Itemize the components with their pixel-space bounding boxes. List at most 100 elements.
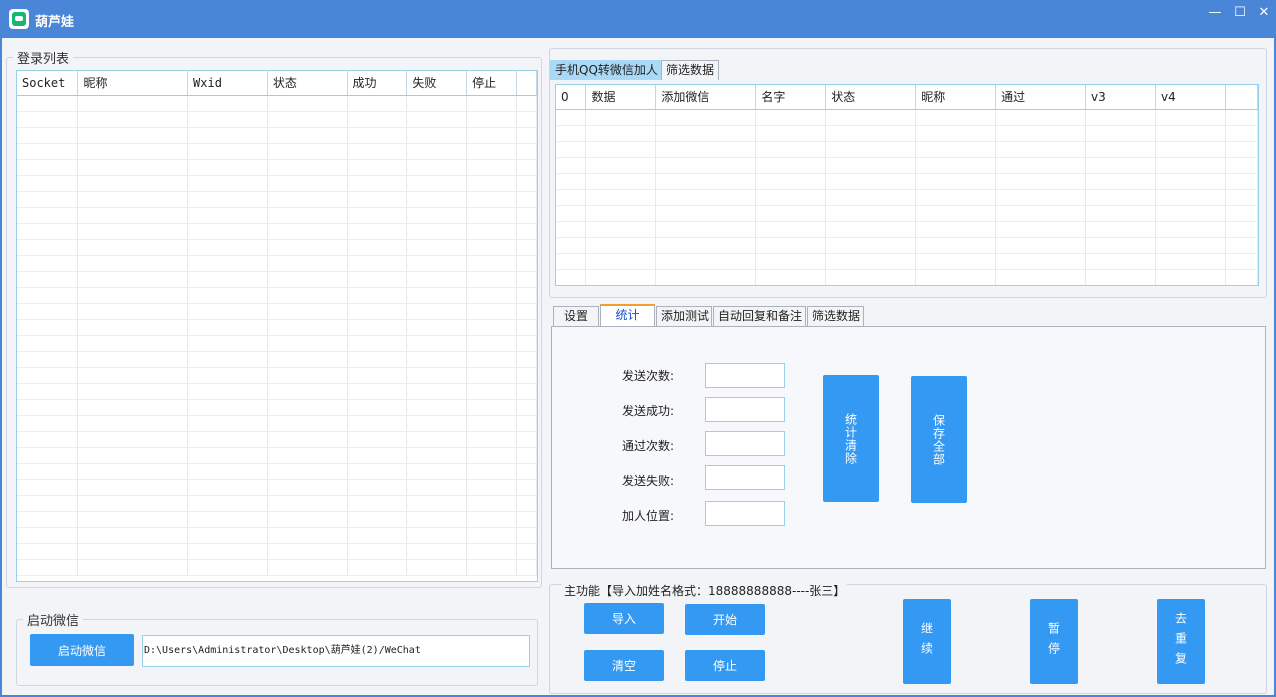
table-cell bbox=[17, 143, 79, 160]
table-cell bbox=[267, 111, 348, 128]
send-success-field[interactable] bbox=[705, 397, 785, 422]
table-cell bbox=[1155, 253, 1226, 270]
table-cell bbox=[1225, 253, 1258, 270]
column-header-passed[interactable]: 通过 bbox=[995, 85, 1087, 110]
table-row bbox=[17, 351, 537, 368]
table-cell bbox=[516, 527, 537, 544]
table-cell bbox=[347, 447, 408, 464]
tab-statistics[interactable]: 统计 bbox=[600, 304, 655, 326]
tab-filter-data-top[interactable]: 筛选数据 bbox=[661, 60, 719, 80]
column-header-nickname[interactable]: 昵称 bbox=[77, 71, 189, 96]
table-row bbox=[17, 495, 537, 512]
table-cell bbox=[516, 111, 537, 128]
table-cell bbox=[187, 463, 268, 480]
column-header-name[interactable]: 名字 bbox=[755, 85, 827, 110]
column-header-socket[interactable]: Socket bbox=[17, 71, 79, 96]
table-cell bbox=[187, 431, 268, 448]
table-cell bbox=[1085, 189, 1156, 206]
table-cell bbox=[406, 239, 468, 256]
table-cell bbox=[347, 159, 408, 176]
table-cell bbox=[187, 511, 268, 528]
login-list-grid[interactable]: Socket 昵称 Wxid 状态 成功 失败 停止 bbox=[16, 70, 538, 582]
column-header-v3[interactable]: v3 bbox=[1085, 85, 1156, 110]
table-cell bbox=[755, 189, 827, 206]
table-cell bbox=[516, 335, 537, 352]
table-cell bbox=[1155, 141, 1226, 158]
table-cell bbox=[77, 159, 189, 176]
clear-button[interactable]: 清空 bbox=[584, 650, 664, 681]
table-cell bbox=[1225, 109, 1258, 126]
table-cell bbox=[516, 143, 537, 160]
start-button[interactable]: 开始 bbox=[685, 604, 765, 635]
launch-wechat-button[interactable]: 启动微信 bbox=[30, 634, 134, 666]
table-cell bbox=[77, 207, 189, 224]
table-cell bbox=[466, 303, 518, 320]
column-header-stop[interactable]: 停止 bbox=[466, 71, 518, 96]
tab-settings[interactable]: 设置 bbox=[553, 306, 599, 326]
table-cell bbox=[406, 527, 468, 544]
maximize-button[interactable]: ☐ bbox=[1227, 4, 1253, 22]
import-button[interactable]: 导入 bbox=[584, 603, 664, 634]
table-cell bbox=[187, 335, 268, 352]
save-all-button[interactable]: 保存全部 bbox=[911, 376, 967, 503]
tab-qq-to-wechat[interactable]: 手机QQ转微信加人 bbox=[550, 60, 661, 80]
table-cell bbox=[516, 447, 537, 464]
add-list-body bbox=[556, 109, 1258, 285]
dedupe-button[interactable]: 去重复 bbox=[1157, 599, 1205, 684]
pause-button[interactable]: 暂停 bbox=[1030, 599, 1078, 684]
table-row bbox=[17, 95, 537, 112]
table-row bbox=[17, 447, 537, 464]
table-cell bbox=[915, 189, 997, 206]
continue-button[interactable]: 继续 bbox=[903, 599, 951, 684]
send-count-field[interactable] bbox=[705, 363, 785, 388]
table-cell bbox=[516, 271, 537, 288]
table-cell bbox=[1085, 205, 1156, 222]
column-header-nickname[interactable]: 昵称 bbox=[915, 85, 997, 110]
tab-auto-reply-remark[interactable]: 自动回复和备注 bbox=[713, 306, 806, 326]
table-cell bbox=[995, 237, 1087, 254]
table-cell bbox=[187, 319, 268, 336]
column-header-wxid[interactable]: Wxid bbox=[187, 71, 268, 96]
column-header-add-wechat[interactable]: 添加微信 bbox=[655, 85, 757, 110]
wechat-path-input[interactable]: D:\Users\Administrator\Desktop\葫芦娃(2)/We… bbox=[142, 635, 530, 667]
column-header-index[interactable]: 0 bbox=[556, 85, 587, 110]
send-failed-field[interactable] bbox=[705, 465, 785, 490]
stop-button[interactable]: 停止 bbox=[685, 650, 765, 681]
table-cell bbox=[17, 511, 79, 528]
table-cell bbox=[466, 159, 518, 176]
table-cell bbox=[267, 399, 348, 416]
table-cell bbox=[466, 463, 518, 480]
table-cell bbox=[187, 383, 268, 400]
tab-filter-data[interactable]: 筛选数据 bbox=[807, 306, 864, 326]
pass-count-field[interactable] bbox=[705, 431, 785, 456]
column-header-v4[interactable]: v4 bbox=[1155, 85, 1226, 110]
close-button[interactable]: ✕ bbox=[1251, 4, 1276, 22]
table-cell bbox=[466, 559, 518, 576]
column-header-status[interactable]: 状态 bbox=[267, 71, 348, 96]
table-cell bbox=[347, 559, 408, 576]
tab-add-test[interactable]: 添加测试 bbox=[656, 306, 712, 326]
table-cell bbox=[347, 207, 408, 224]
table-cell bbox=[187, 415, 268, 432]
table-cell bbox=[556, 173, 587, 190]
table-cell bbox=[347, 527, 408, 544]
table-cell bbox=[466, 175, 518, 192]
table-cell bbox=[825, 173, 917, 190]
table-cell bbox=[77, 319, 189, 336]
column-header-failed[interactable]: 失败 bbox=[406, 71, 468, 96]
table-cell bbox=[267, 431, 348, 448]
table-cell bbox=[17, 175, 79, 192]
minimize-button[interactable]: — bbox=[1202, 4, 1228, 22]
table-cell bbox=[915, 269, 997, 285]
add-position-field[interactable] bbox=[705, 501, 785, 526]
column-header-success[interactable]: 成功 bbox=[347, 71, 408, 96]
table-cell bbox=[347, 383, 408, 400]
table-cell bbox=[516, 511, 537, 528]
column-header-data[interactable]: 数据 bbox=[585, 85, 657, 110]
table-cell bbox=[995, 141, 1087, 158]
add-list-grid[interactable]: 0 数据 添加微信 名字 状态 昵称 通过 v3 v4 bbox=[555, 84, 1259, 286]
table-row bbox=[556, 173, 1258, 190]
table-cell bbox=[556, 237, 587, 254]
stats-clear-button[interactable]: 统计清除 bbox=[823, 375, 879, 502]
column-header-status[interactable]: 状态 bbox=[825, 85, 917, 110]
